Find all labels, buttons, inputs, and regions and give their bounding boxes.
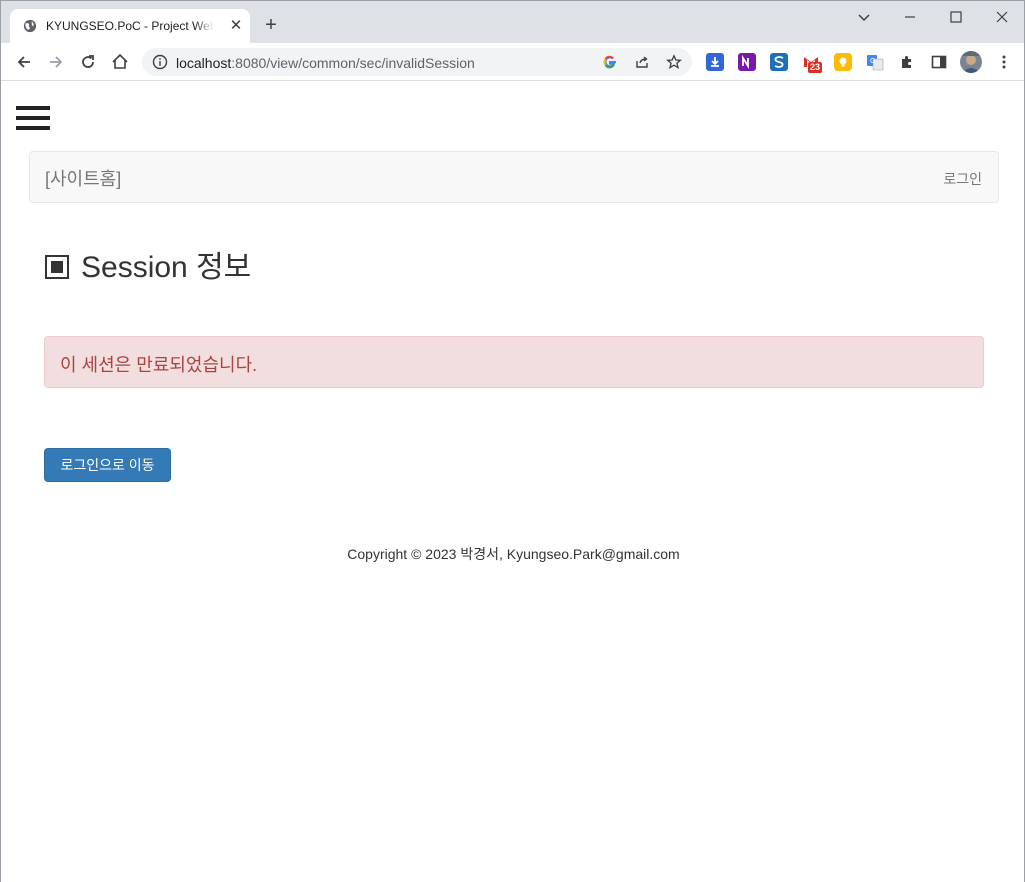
- s-extension-icon[interactable]: [770, 53, 788, 71]
- side-panel-icon[interactable]: [930, 53, 948, 71]
- session-expired-alert: 이 세션은 만료되었습니다.: [44, 336, 984, 388]
- url-text: localhost:8080/view/common/sec/invalidSe…: [176, 55, 475, 71]
- address-bar[interactable]: localhost:8080/view/common/sec/invalidSe…: [142, 48, 692, 76]
- url-path: :8080/view/common/sec/invalidSession: [231, 55, 475, 71]
- login-link[interactable]: 로그인: [943, 169, 982, 189]
- gmail-icon[interactable]: 23: [802, 53, 823, 73]
- keep-icon[interactable]: [834, 53, 852, 71]
- forward-arrow-icon[interactable]: [46, 52, 66, 72]
- download-extension-icon[interactable]: [706, 53, 724, 71]
- browser-toolbar: localhost:8080/view/common/sec/invalidSe…: [1, 43, 1024, 81]
- browser-menu-icon[interactable]: [995, 53, 1013, 71]
- browser-window: KYUNGSEO.PoC - Project Web Site ✕ +: [0, 0, 1025, 882]
- tab-title: KYUNGSEO.PoC - Project Web Site: [46, 19, 214, 33]
- home-icon[interactable]: [110, 52, 130, 72]
- new-tab-button[interactable]: +: [261, 15, 281, 35]
- page-title: Session 정보: [45, 242, 251, 286]
- minimize-icon[interactable]: [900, 7, 920, 27]
- bookmark-star-icon[interactable]: [666, 54, 682, 70]
- svg-text:G: G: [870, 57, 875, 65]
- hamburger-menu-icon[interactable]: [16, 106, 50, 130]
- translate-icon[interactable]: G: [866, 53, 884, 71]
- square-bullet-icon: [45, 255, 69, 279]
- footer-copyright: Copyright © 2023 박경서, Kyungseo.Park@gmai…: [347, 546, 680, 562]
- page-title-text: Session 정보: [81, 251, 252, 284]
- site-info-icon[interactable]: [152, 54, 168, 70]
- tab-close-icon[interactable]: ✕: [228, 18, 244, 34]
- browser-tab[interactable]: KYUNGSEO.PoC - Project Web Site ✕: [10, 9, 250, 43]
- url-host: localhost: [176, 55, 232, 71]
- onenote-icon[interactable]: [738, 53, 756, 71]
- goto-login-button[interactable]: 로그인으로 이동: [44, 448, 171, 482]
- share-icon[interactable]: [634, 54, 650, 70]
- alert-message: 이 세션은 만료되었습니다.: [60, 355, 258, 375]
- google-icon[interactable]: [602, 54, 618, 70]
- back-arrow-icon[interactable]: [14, 52, 34, 72]
- page-content: [사이트홈] 로그인 Session 정보 이 세션은 만료되었습니다. 로그인…: [1, 82, 1024, 882]
- maximize-icon[interactable]: [946, 7, 966, 27]
- reload-icon[interactable]: [78, 52, 98, 72]
- tab-search-chevron-icon[interactable]: [854, 7, 874, 27]
- site-home-link[interactable]: [사이트홈]: [45, 165, 121, 191]
- gmail-badge: 23: [808, 62, 823, 73]
- extensions-puzzle-icon[interactable]: [898, 53, 916, 71]
- globe-icon: [23, 19, 37, 33]
- tab-strip: KYUNGSEO.PoC - Project Web Site ✕ +: [1, 1, 1024, 43]
- site-navbar: [사이트홈] 로그인: [29, 151, 999, 203]
- window-close-icon[interactable]: [992, 7, 1012, 27]
- profile-avatar[interactable]: [960, 51, 982, 73]
